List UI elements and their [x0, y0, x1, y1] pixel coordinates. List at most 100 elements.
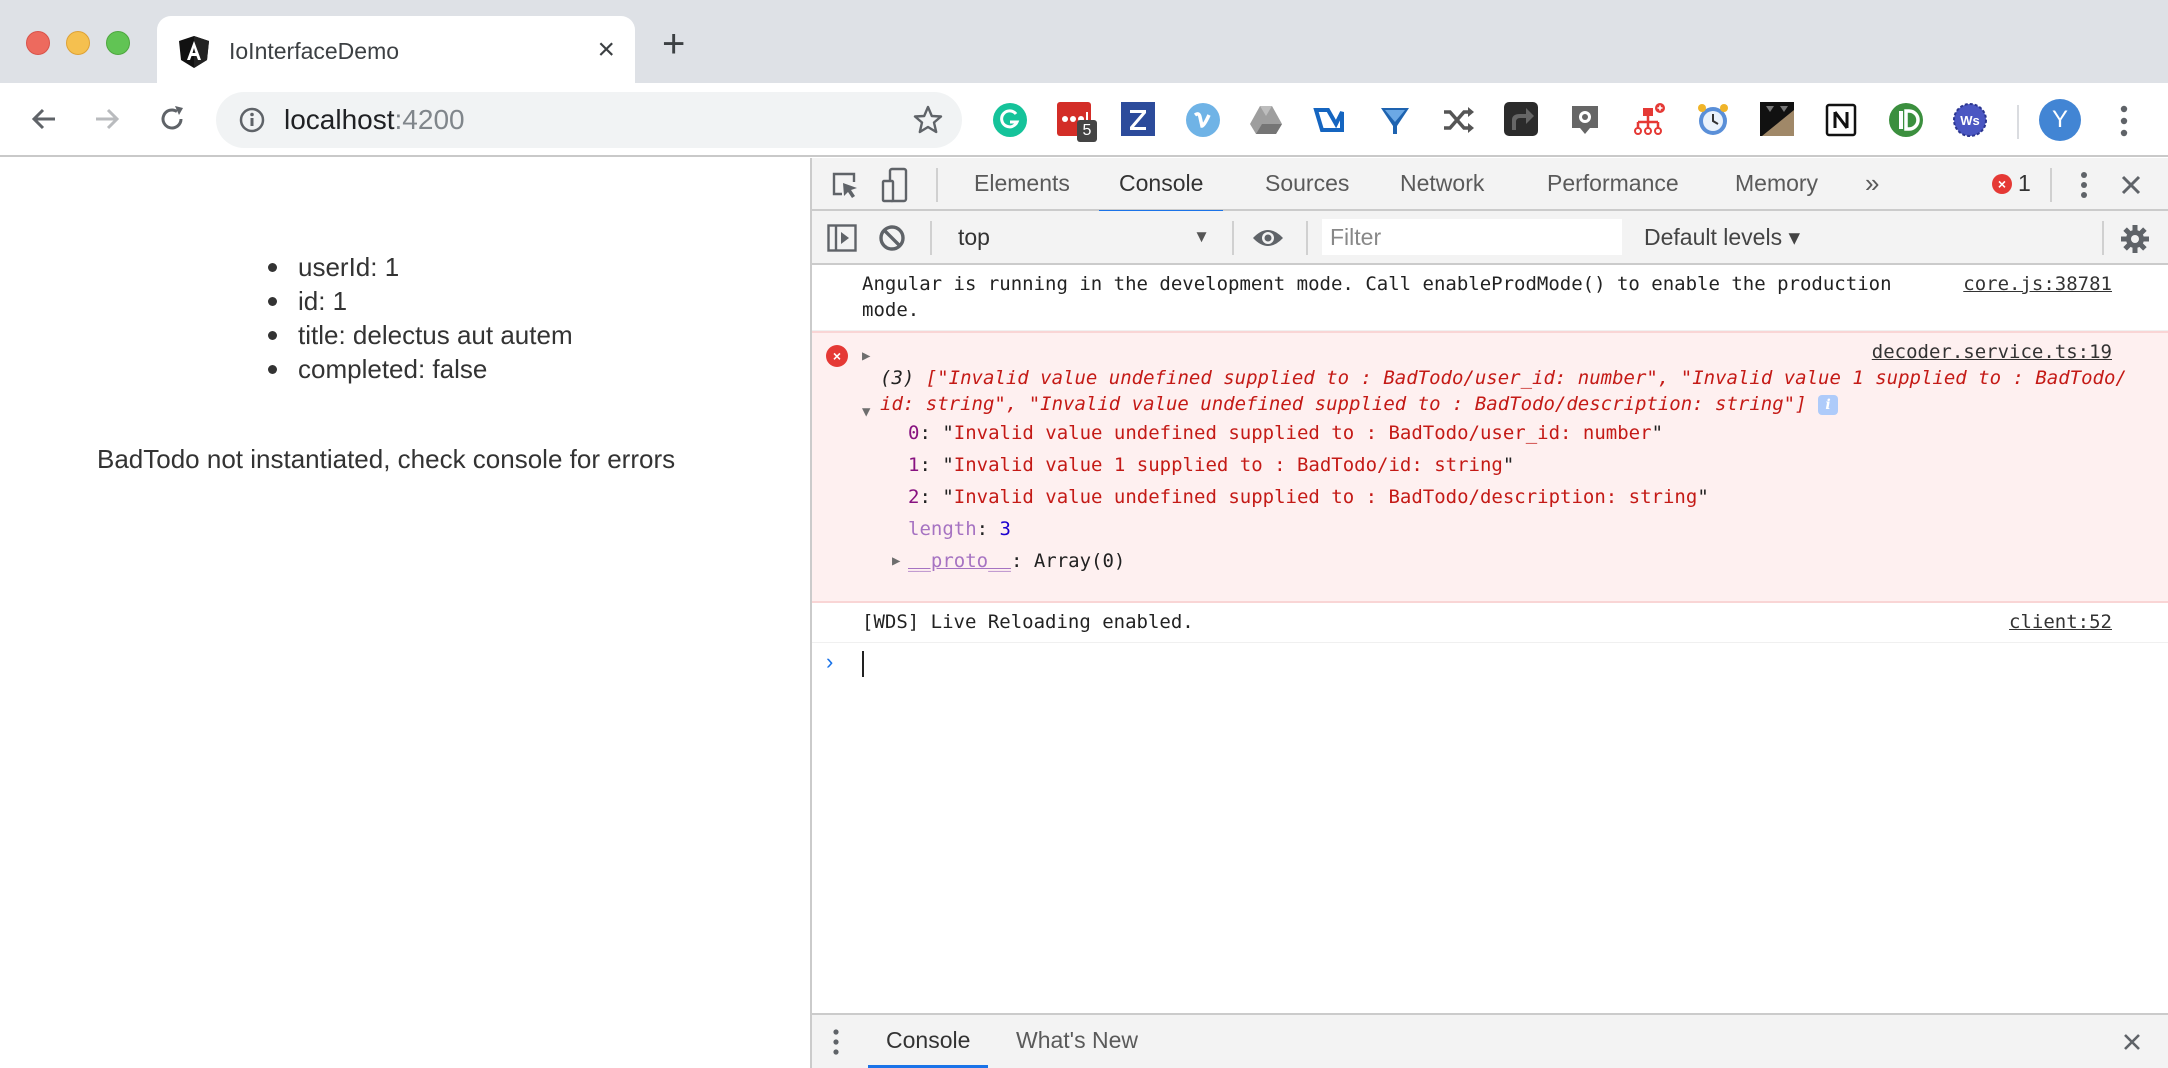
share-icon[interactable]: [1504, 102, 1540, 138]
lastpass-extension[interactable]: 5: [1057, 102, 1097, 142]
toolbar-separator: [1232, 221, 1234, 255]
close-tab-icon[interactable]: ×: [597, 34, 615, 66]
block-icon: [879, 225, 905, 251]
tab-memory[interactable]: Memory: [1715, 158, 1838, 211]
tab-network[interactable]: Network: [1380, 158, 1504, 211]
array-index: 2: [908, 486, 920, 508]
close-drawer-button[interactable]: [2118, 1028, 2146, 1056]
info-icon[interactable]: i: [1818, 394, 1839, 415]
proto-value: : Array(0): [1010, 550, 1126, 572]
prompt-chevron-icon: ›: [826, 649, 834, 674]
todo-field-item: id: 1: [268, 284, 573, 318]
drawer-tab-console[interactable]: Console: [868, 1015, 989, 1068]
source-link[interactable]: decoder.service.ts:19: [1872, 339, 2112, 365]
close-icon: [2121, 175, 2141, 195]
vimeo-icon[interactable]: [1185, 102, 1221, 138]
bookmark-star-icon[interactable]: [912, 104, 944, 136]
devtools-tab-bar: Elements Console Sources Network Perform…: [812, 158, 2168, 213]
collapse-arrow-icon[interactable]: ▼: [862, 399, 870, 425]
back-button[interactable]: [24, 99, 64, 139]
error-summary[interactable]: (3) ["Invalid value undefined supplied t…: [862, 365, 2134, 417]
devtools-menu-button[interactable]: [2072, 168, 2096, 202]
todo-field-list: userId: 1 id: 1 title: delectus aut aute…: [268, 250, 573, 386]
status-message: BadTodo not instantiated, check console …: [97, 444, 676, 474]
new-tab-button[interactable]: +: [662, 24, 685, 64]
url-host: localhost: [284, 104, 395, 135]
zotero-icon[interactable]: [1121, 102, 1157, 138]
page-content: userId: 1 id: 1 title: delectus aut aute…: [0, 158, 810, 1068]
reload-icon: [161, 106, 183, 130]
expand-arrow-icon[interactable]: ▶: [892, 545, 900, 577]
error-counter[interactable]: × 1: [1992, 170, 2031, 197]
close-devtools-button[interactable]: [2116, 170, 2146, 200]
proto-key: __proto__: [908, 550, 1011, 572]
close-window-button[interactable]: [26, 31, 50, 55]
minimize-window-button[interactable]: [66, 31, 90, 55]
filter-input[interactable]: [1322, 219, 1622, 255]
devtools-panel: Elements Console Sources Network Perform…: [810, 158, 2168, 1068]
console-settings-button[interactable]: [2118, 222, 2152, 256]
sidebar-toggle-icon: [827, 224, 857, 252]
devtools-drawer: Console What's New: [812, 1013, 2168, 1068]
google-drive-icon[interactable]: [1248, 102, 1284, 138]
reload-button[interactable]: [152, 99, 192, 139]
browser-menu-icon[interactable]: [2110, 101, 2138, 141]
octotree-icon[interactable]: [1568, 102, 1604, 138]
forward-button[interactable]: [87, 99, 127, 139]
wappalyzer-icon[interactable]: [1312, 102, 1348, 138]
kebab-menu-icon: [2081, 172, 2087, 198]
info-icon[interactable]: [238, 106, 266, 134]
browser-tab[interactable]: IoInterfaceDemo ×: [157, 16, 635, 83]
tab-elements[interactable]: Elements: [954, 158, 1090, 211]
text-caret: [862, 651, 864, 677]
grammarly-icon[interactable]: [992, 102, 1028, 138]
close-icon: [2124, 1034, 2140, 1050]
tab-console[interactable]: Console: [1099, 158, 1224, 213]
arrow-right-icon: [96, 108, 120, 130]
array-value: Invalid value undefined supplied to : Ba…: [953, 486, 1698, 508]
yslow-icon[interactable]: [1377, 102, 1413, 138]
tab-sources[interactable]: Sources: [1245, 158, 1369, 211]
expand-arrow-icon[interactable]: ▶: [862, 343, 870, 369]
inspect-element-button[interactable]: [828, 168, 862, 202]
shuffle-icon[interactable]: [1440, 102, 1476, 138]
device-toolbar-button[interactable]: [878, 166, 912, 204]
log-levels-dropdown[interactable]: Default levels ▾: [1644, 219, 1800, 255]
toolbar-divider: [2017, 105, 2019, 139]
console-prompt[interactable]: ›: [812, 643, 2168, 683]
more-tabs-button[interactable]: »: [1845, 158, 1899, 211]
alarm-clock-icon[interactable]: [1695, 102, 1731, 138]
maximize-window-button[interactable]: [106, 31, 130, 55]
console-messages: core.js:38781 Angular is running in the …: [812, 265, 2168, 683]
todo-field-item: completed: false: [268, 352, 573, 386]
url-text[interactable]: localhost:4200: [284, 104, 465, 136]
clear-console-button[interactable]: [876, 222, 908, 254]
tab-performance[interactable]: Performance: [1527, 158, 1699, 211]
drawer-tab-whats-new[interactable]: What's New: [998, 1015, 1156, 1068]
websocket-icon[interactable]: Ws: [1952, 102, 1988, 138]
array-item: 2: "Invalid value undefined supplied to …: [908, 486, 1709, 508]
address-bar[interactable]: localhost:4200: [216, 92, 962, 148]
array-index: 1: [908, 454, 920, 476]
show-sidebar-button[interactable]: [826, 222, 858, 254]
toolbar-separator: [1306, 221, 1308, 255]
length-value: 3: [999, 518, 1011, 540]
notion-icon[interactable]: [1824, 102, 1860, 138]
array-index: 0: [908, 422, 920, 444]
tab-title: IoInterfaceDemo: [229, 38, 400, 64]
dark-reader-icon[interactable]: [1760, 102, 1796, 138]
context-selector[interactable]: top ▼: [958, 219, 1218, 255]
error-icon: ×: [826, 345, 848, 367]
array-item: 1: "Invalid value 1 supplied to : BadTod…: [908, 454, 1515, 476]
live-expression-button[interactable]: [1250, 222, 1286, 254]
profile-avatar[interactable]: Y: [2039, 99, 2081, 141]
source-link[interactable]: core.js:38781: [1963, 271, 2112, 297]
arrow-left-icon: [31, 108, 55, 130]
array-proto[interactable]: ▶ __proto__: Array(0): [862, 545, 2112, 577]
browser-window: IoInterfaceDemo × + localhost:4200 5 Ws …: [0, 0, 2168, 1068]
length-key: length: [908, 518, 977, 540]
sitemap-icon[interactable]: [1631, 102, 1667, 138]
identity-icon[interactable]: [1888, 102, 1924, 138]
source-link[interactable]: client:52: [2009, 609, 2112, 635]
drawer-menu-button[interactable]: [826, 1027, 846, 1057]
